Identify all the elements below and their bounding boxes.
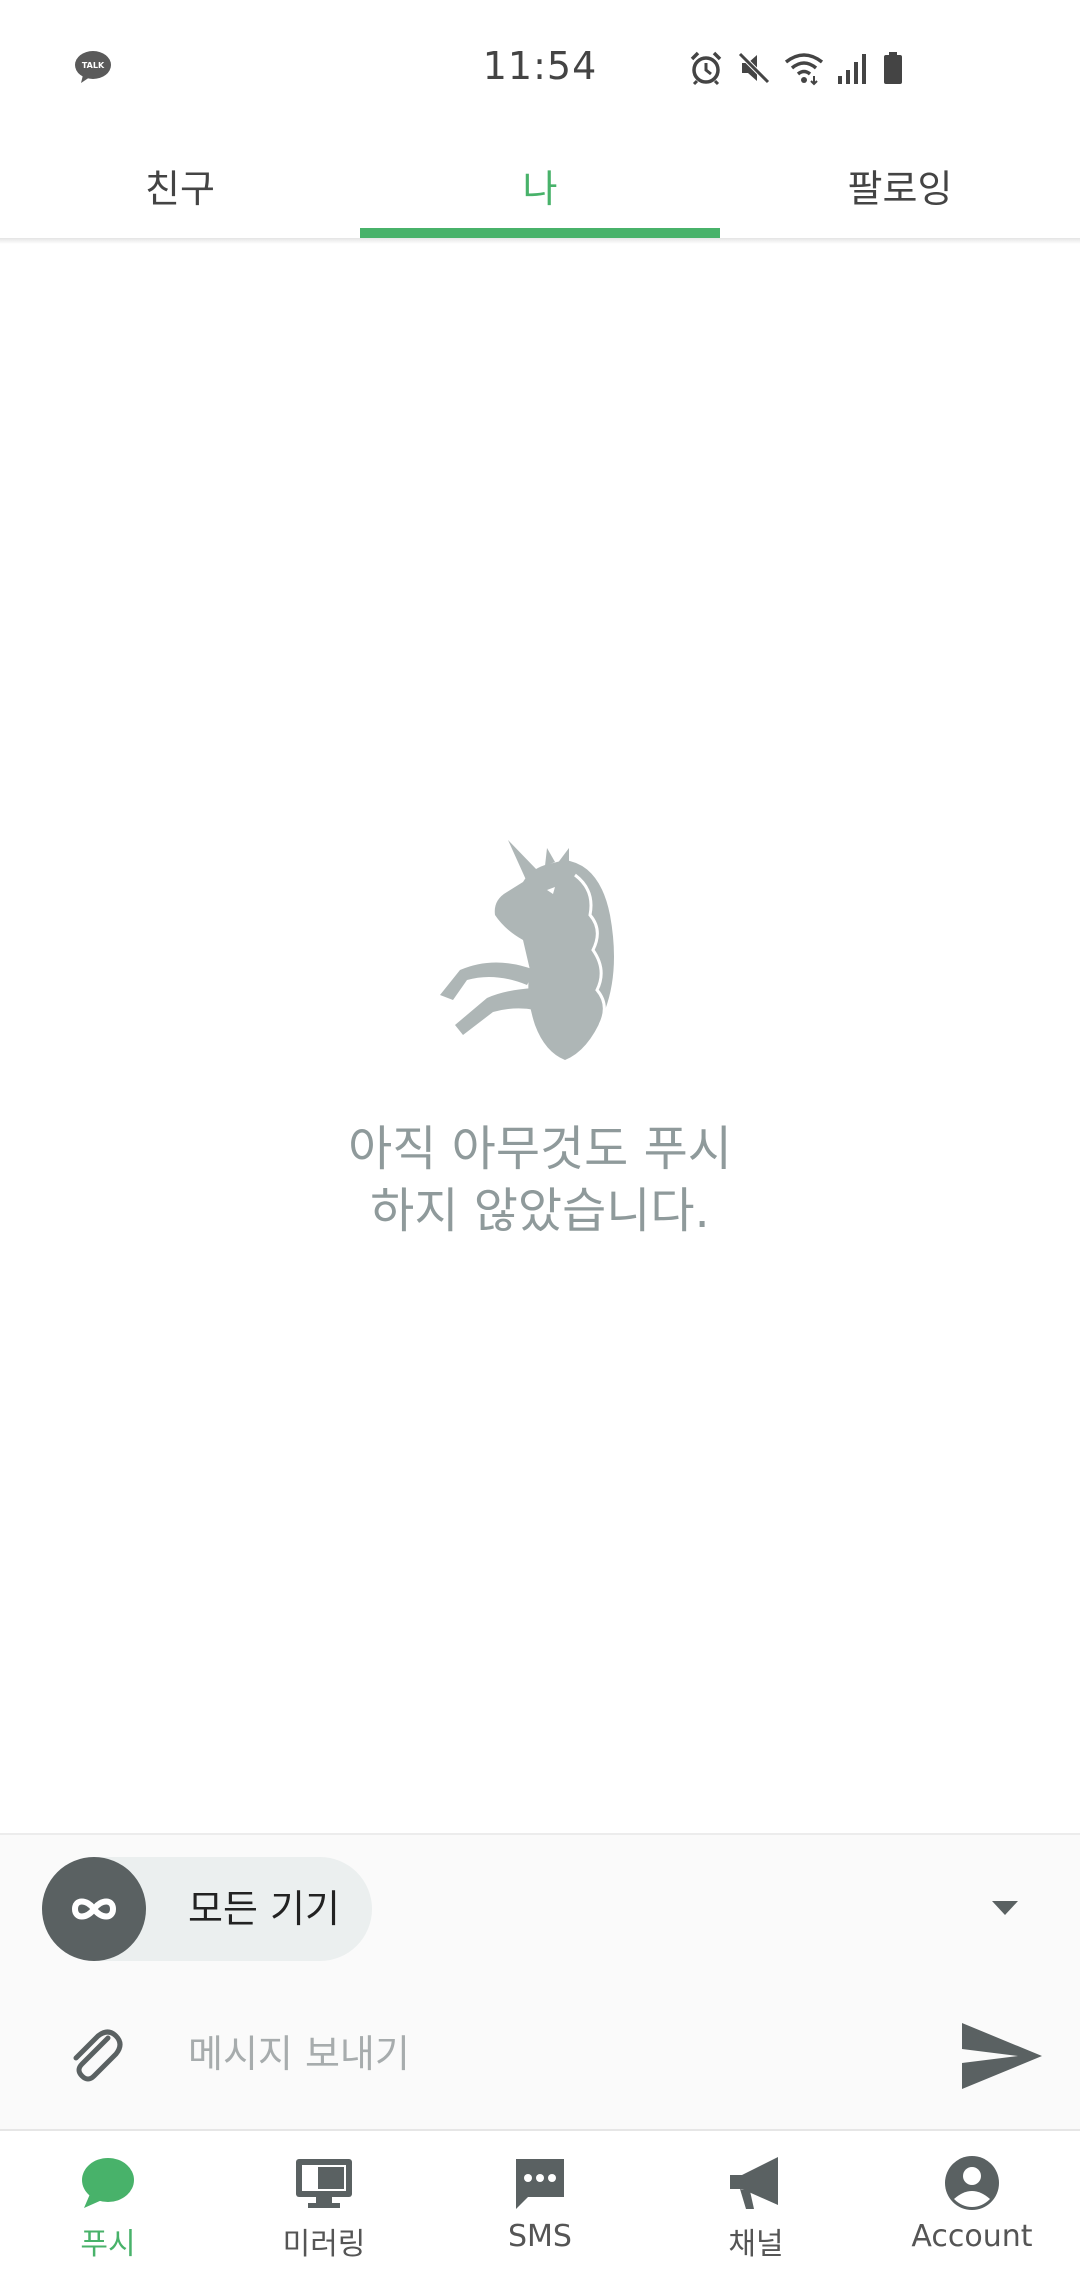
nav-item-mirroring[interactable]: 미러링	[216, 2131, 432, 2280]
status-time: 11:54	[482, 44, 598, 88]
status-bar: TALK 11:54	[0, 0, 1080, 132]
nav-item-sms[interactable]: SMS	[432, 2131, 648, 2280]
nav-item-push[interactable]: 푸시	[0, 2131, 216, 2280]
monitor-icon	[294, 2153, 354, 2213]
send-icon[interactable]	[960, 2021, 1044, 2091]
paperclip-icon[interactable]	[62, 2024, 126, 2088]
composer: 모든 기기	[0, 1835, 1080, 2129]
caret-down-icon[interactable]	[990, 1899, 1020, 1917]
megaphone-icon	[726, 2153, 786, 2213]
nav-label-sms: SMS	[508, 2219, 572, 2254]
empty-state: 아직 아무것도 푸시 하지 않았습니다.	[0, 820, 1080, 1242]
nav-label-channel: 채널	[728, 2227, 784, 2262]
nav-label-push: 푸시	[80, 2227, 136, 2262]
top-tabs: 친구 나 팔로잉	[0, 132, 1080, 238]
battery-icon	[884, 52, 902, 84]
tab-following[interactable]: 팔로잉	[720, 132, 1080, 238]
tabs-divider	[0, 238, 1080, 244]
tab-me[interactable]: 나	[360, 132, 720, 238]
nav-item-channel[interactable]: 채널	[648, 2131, 864, 2280]
tab-friends[interactable]: 친구	[0, 132, 360, 238]
nav-item-account[interactable]: Account	[864, 2131, 1080, 2280]
nav-label-mirroring: 미러링	[282, 2227, 366, 2262]
chat-bubble-icon	[78, 2153, 138, 2213]
device-selector-label: 모든 기기	[188, 1887, 340, 1931]
empty-message: 아직 아무것도 푸시 하지 않았습니다.	[348, 1121, 732, 1239]
message-input[interactable]	[186, 2015, 930, 2093]
mute-icon	[738, 52, 770, 84]
device-selector[interactable]: 모든 기기	[42, 1857, 372, 1961]
sms-icon	[510, 2153, 570, 2213]
signal-icon	[838, 54, 866, 84]
alarm-icon	[690, 51, 722, 86]
unicorn-icon	[440, 840, 614, 1060]
status-icons	[688, 48, 904, 88]
bottom-nav: 푸시 미러링 SMS 채널 Account	[0, 2131, 1080, 2280]
account-icon	[942, 2153, 1002, 2213]
infinity-icon	[42, 1857, 146, 1961]
wifi-icon	[784, 53, 824, 86]
nav-label-account: Account	[911, 2219, 1033, 2254]
